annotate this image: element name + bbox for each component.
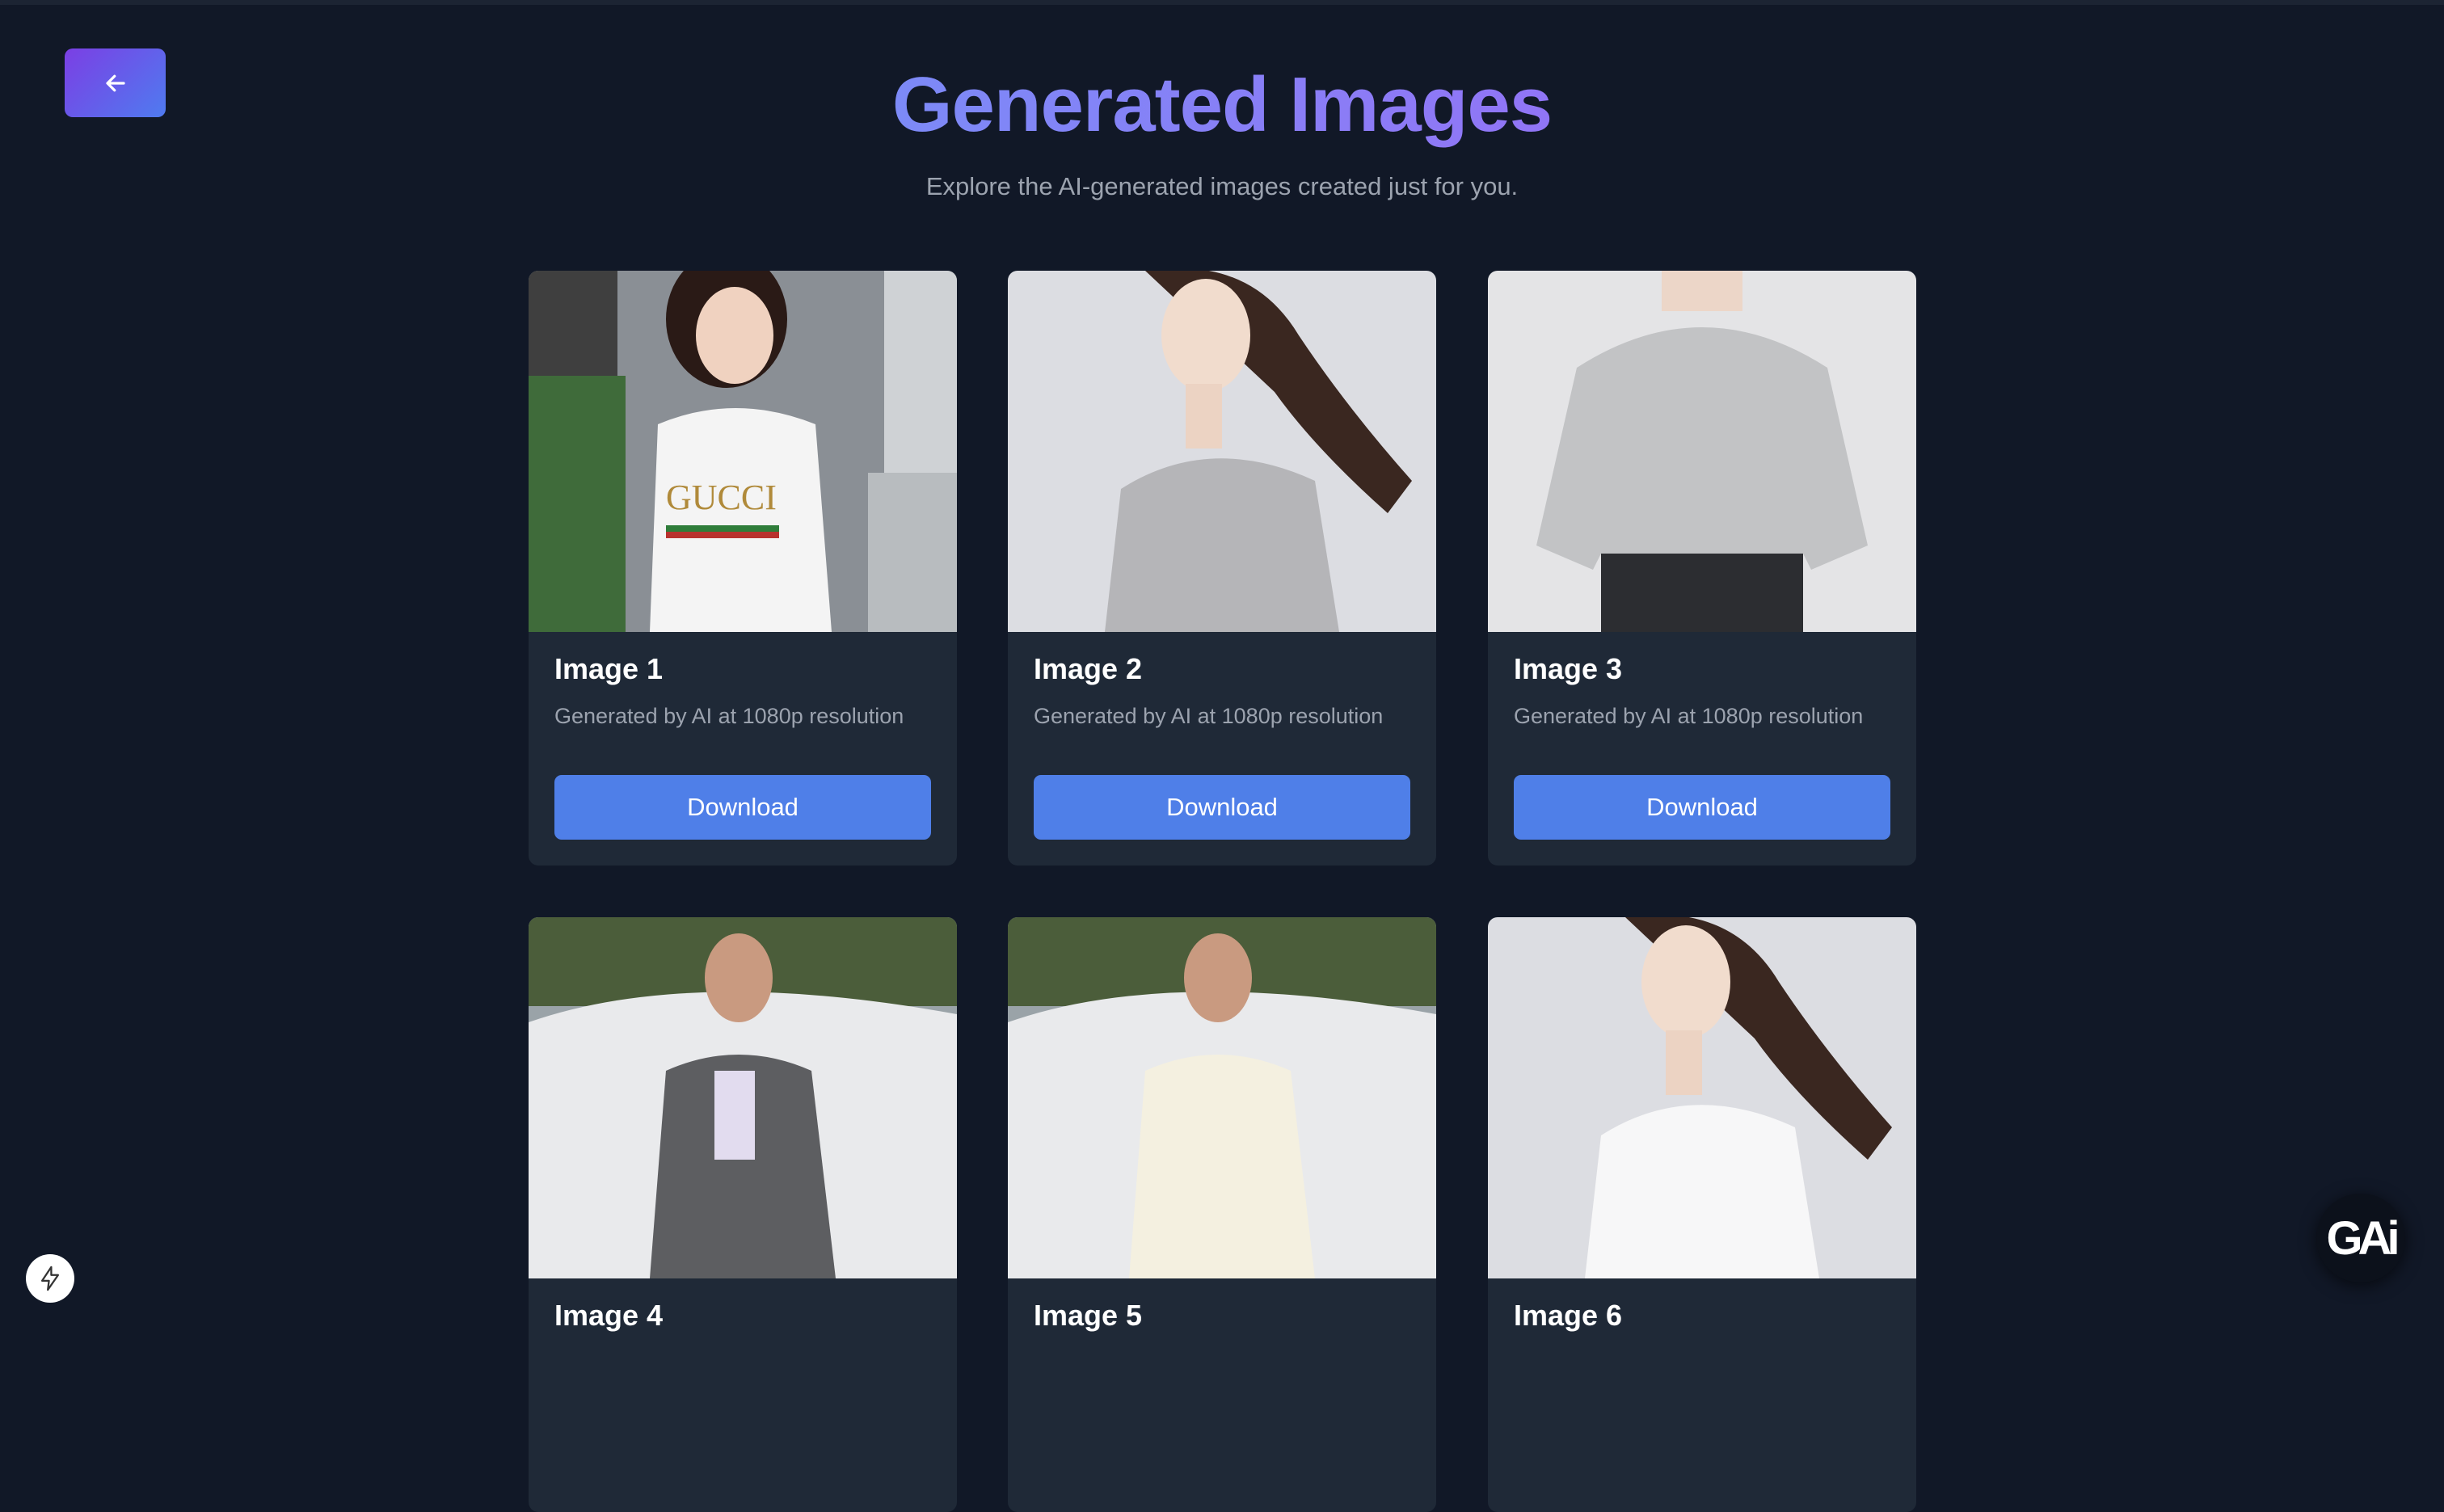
card-title: Image 1 [554, 652, 664, 685]
card-description: Generated by AI at 1080p resolution [554, 704, 904, 728]
card-title: Image 5 [1034, 1299, 1143, 1332]
card-description: Generated by AI at 1080p resolution [1034, 704, 1384, 728]
generated-image-4[interactable] [529, 917, 957, 1278]
bolt-button[interactable] [26, 1254, 74, 1303]
image-card: Image 6 [1488, 917, 1916, 1512]
image-card: Image 2 Generated by AI at 1080p resolut… [1008, 271, 1436, 866]
generated-image-6[interactable] [1488, 917, 1916, 1278]
image-card: Image 5 [1008, 917, 1436, 1512]
svg-text:GUCCI: GUCCI [666, 478, 777, 517]
generated-image-5[interactable] [1008, 917, 1436, 1278]
image-card: GUCCI Image 1 Generated by AI at 1080p r… [529, 271, 957, 866]
card-title: Image 3 [1514, 652, 1623, 685]
download-button[interactable]: Download [554, 775, 931, 840]
card-title: Image 2 [1034, 652, 1143, 685]
card-description: Generated by AI at 1080p resolution [1514, 704, 1864, 728]
image-card: Image 3 Generated by AI at 1080p resolut… [1488, 271, 1916, 866]
download-button[interactable]: Download [1034, 775, 1410, 840]
image-card: Image 4 [529, 917, 957, 1512]
gai-assistant-button[interactable]: GAi [2316, 1194, 2405, 1282]
generated-image-2[interactable] [1008, 271, 1436, 632]
page-subtitle: Explore the AI-generated images created … [925, 172, 1519, 200]
generated-image-1[interactable]: GUCCI [529, 271, 957, 632]
page-title: Generated Images [0, 57, 2444, 154]
download-button[interactable]: Download [1514, 775, 1890, 840]
card-title: Image 4 [554, 1299, 664, 1332]
top-bar [0, 0, 2444, 5]
generated-image-3[interactable] [1488, 271, 1916, 632]
card-title: Image 6 [1514, 1299, 1623, 1332]
lightning-bolt-icon [40, 1266, 60, 1291]
